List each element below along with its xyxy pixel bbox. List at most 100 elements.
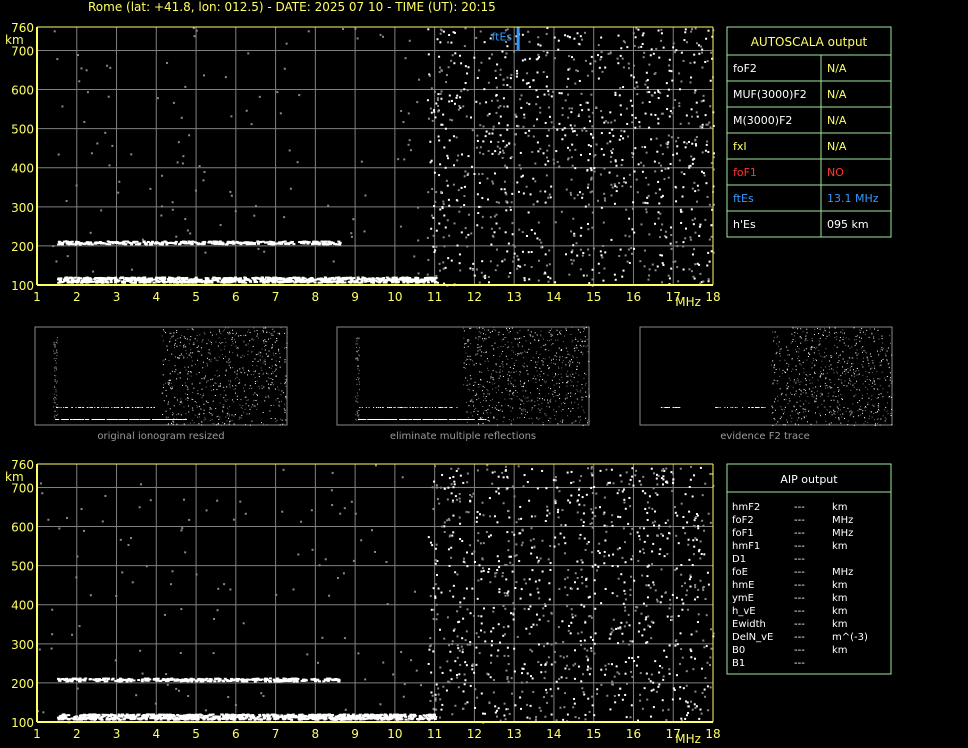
noise-point [490, 99, 493, 102]
noise-point [630, 74, 633, 77]
trace-point [82, 242, 86, 245]
x-tick-label: 14 [546, 290, 561, 304]
noise-point [166, 61, 169, 64]
x-tick-label: 6 [232, 727, 240, 741]
noise-point [460, 186, 463, 189]
x-tick-label: 1 [33, 290, 41, 304]
noise-point [540, 246, 543, 249]
noise-point [435, 618, 438, 621]
noise-point [459, 601, 462, 604]
noise-point [480, 578, 483, 581]
noise-point [684, 31, 687, 34]
noise-point [494, 269, 497, 272]
noise-point [682, 59, 685, 62]
noise-point [435, 191, 438, 194]
noise-point [607, 52, 610, 55]
noise-point [570, 230, 573, 233]
trace-point [129, 680, 133, 683]
noise-point [485, 101, 488, 104]
noise-point [439, 41, 442, 44]
trace-point [97, 713, 101, 716]
noise-point [602, 153, 605, 156]
noise-point [582, 512, 585, 515]
noise-point [282, 468, 285, 471]
noise-point [550, 611, 553, 614]
noise-point [589, 145, 592, 148]
noise-point [546, 505, 549, 508]
ionogram-scene: Rome (lat: +41.8, lon: 012.5) - DATE: 20… [5, 0, 893, 746]
noise-point [465, 630, 468, 633]
noise-point [455, 469, 458, 472]
trace-point [99, 678, 103, 681]
noise-point [471, 587, 474, 590]
noise-point [579, 639, 582, 642]
trace-point [122, 240, 126, 243]
noise-point [587, 697, 590, 700]
noise-point [452, 31, 455, 34]
noise-point [473, 671, 476, 674]
noise-point [591, 211, 594, 214]
noise-point [478, 102, 481, 105]
trace-point [186, 242, 190, 245]
noise-point [624, 660, 627, 663]
noise-point [408, 39, 411, 42]
noise-point [591, 492, 594, 495]
trace-point [127, 677, 131, 680]
noise-point [560, 92, 563, 95]
trace-point [112, 717, 116, 720]
noise-point [581, 193, 584, 196]
noise-point [666, 94, 669, 97]
noise-point [591, 474, 594, 477]
noise-point [589, 636, 592, 639]
noise-point [410, 659, 413, 662]
noise-point [432, 507, 435, 510]
noise-point [548, 598, 551, 601]
noise-point [572, 217, 575, 220]
trace-point [383, 716, 387, 719]
noise-point [544, 271, 547, 274]
noise-point [573, 649, 576, 652]
noise-point [510, 677, 513, 680]
noise-point [622, 177, 625, 180]
noise-point [685, 670, 688, 673]
trace-point [166, 677, 170, 680]
noise-point [548, 249, 551, 252]
trace-point [300, 242, 304, 245]
trace-point [125, 279, 129, 282]
trace-point [289, 279, 293, 282]
noise-point [623, 498, 626, 501]
noise-point [622, 640, 625, 643]
noise-point [526, 480, 529, 483]
noise-point [697, 588, 700, 591]
noise-point [574, 167, 577, 170]
trace-point [273, 713, 277, 716]
noise-point [578, 503, 581, 506]
noise-point [691, 28, 694, 31]
noise-point [607, 121, 610, 124]
trace-point [421, 279, 425, 282]
noise-point [661, 666, 664, 669]
noise-point [459, 605, 462, 608]
ftes-label: ftEs [491, 31, 512, 44]
noise-point [50, 647, 53, 650]
noise-point [589, 167, 592, 170]
noise-point [481, 172, 484, 175]
noise-point [590, 695, 593, 698]
noise-point [352, 218, 355, 221]
noise-point [635, 469, 638, 472]
noise-point [524, 58, 527, 61]
noise-point [663, 470, 666, 473]
noise-point [466, 565, 469, 568]
noise-point [515, 75, 518, 78]
noise-point [460, 231, 463, 234]
noise-point [670, 247, 673, 250]
noise-point [515, 69, 518, 72]
noise-point [548, 193, 551, 196]
noise-point [475, 520, 478, 523]
noise-point [642, 56, 645, 59]
noise-point [474, 688, 477, 691]
noise-point [466, 481, 469, 484]
noise-point [188, 134, 191, 137]
noise-point [600, 132, 603, 135]
noise-point [400, 109, 403, 112]
